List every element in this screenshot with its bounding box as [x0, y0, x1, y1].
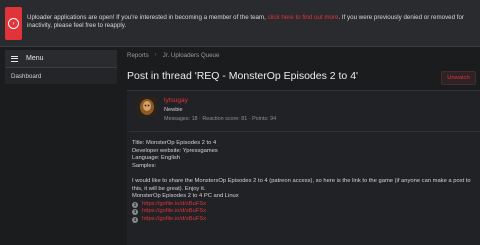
number-badge: 3 — [132, 209, 138, 216]
breadcrumb-queue[interactable]: Jr. Uploaders Queue — [163, 52, 220, 59]
menu-title: Menu — [26, 55, 44, 62]
user-stats: Messages: 18 · Reaction score: 81 · Poin… — [164, 116, 277, 122]
notice-icon: › — [5, 7, 22, 40]
download-link[interactable]: https://gofile.io/d/sBuFSx — [142, 216, 206, 224]
menu-header[interactable]: Menu — [5, 50, 117, 68]
page-title: Post in thread 'REQ - MonsterOp Episodes… — [127, 70, 359, 82]
list-item: 3 https://gofile.io/d/sBuFSx — [132, 208, 478, 216]
list-item: 2 https://gofile.io/d/sBuFSx — [132, 201, 478, 209]
announcement-banner: › Uploader applications are open! If you… — [0, 0, 480, 47]
list-item: 4 https://gofile.io/d/sBuFSx — [132, 216, 478, 224]
download-link[interactable]: https://gofile.io/d/sBuFSx — [142, 201, 206, 209]
post-line: Developer website: Ypressgames — [132, 147, 218, 154]
post-card: lytsugay Newbie Messages: 18 · Reaction … — [127, 90, 480, 245]
post-paragraph: I would like to share the MonstersOp Epi… — [132, 177, 471, 192]
post-line: Title: MonsterOp Episodes 2 to 4 — [132, 140, 217, 146]
sidebar-item-label: Dashboard — [11, 72, 42, 80]
post-body: Title: MonsterOp Episodes 2 to 4 Develop… — [132, 140, 478, 224]
download-link[interactable]: https://gofile.io/d/sBuFSx — [142, 208, 206, 216]
banner-message: Uploader applications are open! If you'r… — [27, 14, 467, 30]
number-badge: 2 — [132, 201, 138, 208]
post-line: Language: English — [132, 155, 181, 162]
post-line: Samples: — [132, 162, 157, 169]
banner-link[interactable]: click here to find out more — [268, 14, 339, 21]
username[interactable]: lytsugay — [164, 97, 188, 104]
user-role: Newbie — [164, 107, 183, 113]
unwatch-button[interactable]: Unwatch — [441, 71, 476, 85]
breadcrumb: Reports › Jr. Uploaders Queue — [127, 50, 219, 60]
divider — [129, 131, 480, 132]
menu-icon — [11, 55, 18, 62]
number-badge: 4 — [132, 216, 138, 223]
banner-text-start: Uploader applications are open! If you'r… — [27, 14, 266, 21]
post-subtitle: MonsterOp Episodes 2 to 4 PC and Linux — [132, 193, 239, 200]
sidebar-item-dashboard[interactable]: Dashboard — [5, 68, 117, 84]
chevron-right-icon: › — [154, 52, 157, 58]
sidebar: Menu Dashboard — [5, 50, 117, 84]
avatar[interactable] — [137, 97, 157, 117]
breadcrumb-reports[interactable]: Reports — [127, 52, 149, 59]
